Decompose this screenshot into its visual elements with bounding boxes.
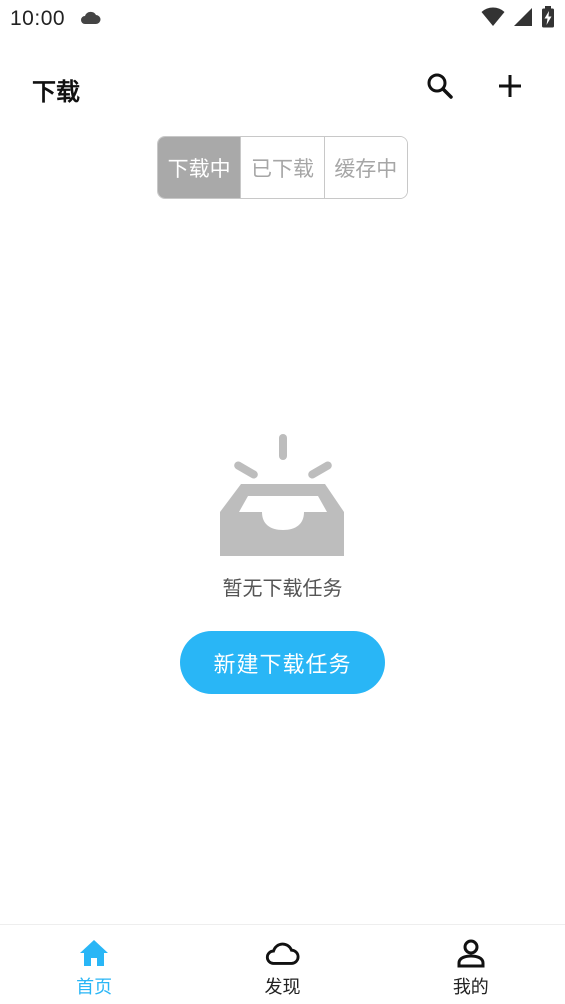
- new-download-button[interactable]: 新建下载任务: [180, 631, 385, 694]
- search-icon: [426, 72, 454, 104]
- nav-label-home: 首页: [76, 977, 113, 998]
- tab-downloaded[interactable]: 已下载: [240, 137, 324, 198]
- signal-icon: [513, 7, 533, 31]
- add-button[interactable]: [490, 68, 530, 108]
- status-right: [481, 6, 555, 32]
- status-left: 10:00: [10, 7, 101, 31]
- person-icon: [453, 937, 489, 969]
- tab-caching[interactable]: 缓存中: [323, 137, 407, 198]
- app-screen: 10:00 下载 下载中 已下载 缓存中 暂无下载任务 新建下载任务 首页 发现…: [0, 0, 565, 1004]
- tab-downloading[interactable]: 下载中: [158, 137, 241, 198]
- nav-item-profile[interactable]: 我的: [377, 925, 565, 1004]
- nav-label-discover: 发现: [264, 977, 301, 998]
- nav-item-discover[interactable]: 发现: [188, 925, 376, 1004]
- bottom-navigation: 首页 发现 我的: [0, 924, 565, 1004]
- search-button[interactable]: [420, 68, 460, 108]
- cloud-icon: [79, 9, 101, 29]
- status-bar: 10:00: [0, 0, 565, 38]
- status-time: 10:00: [10, 7, 66, 30]
- download-tabs: 下载中 已下载 缓存中: [157, 136, 408, 199]
- page-title: 下载: [32, 78, 80, 106]
- empty-message: 暂无下载任务: [222, 576, 343, 600]
- home-icon: [76, 937, 112, 969]
- plus-icon: [497, 73, 523, 103]
- nav-item-home[interactable]: 首页: [0, 925, 188, 1004]
- cloud-icon: [264, 937, 300, 969]
- nav-label-profile: 我的: [452, 977, 489, 998]
- empty-inbox-icon: [218, 432, 348, 558]
- battery-charging-icon: [541, 6, 555, 32]
- app-header: 下载: [0, 60, 565, 116]
- wifi-icon: [481, 7, 505, 31]
